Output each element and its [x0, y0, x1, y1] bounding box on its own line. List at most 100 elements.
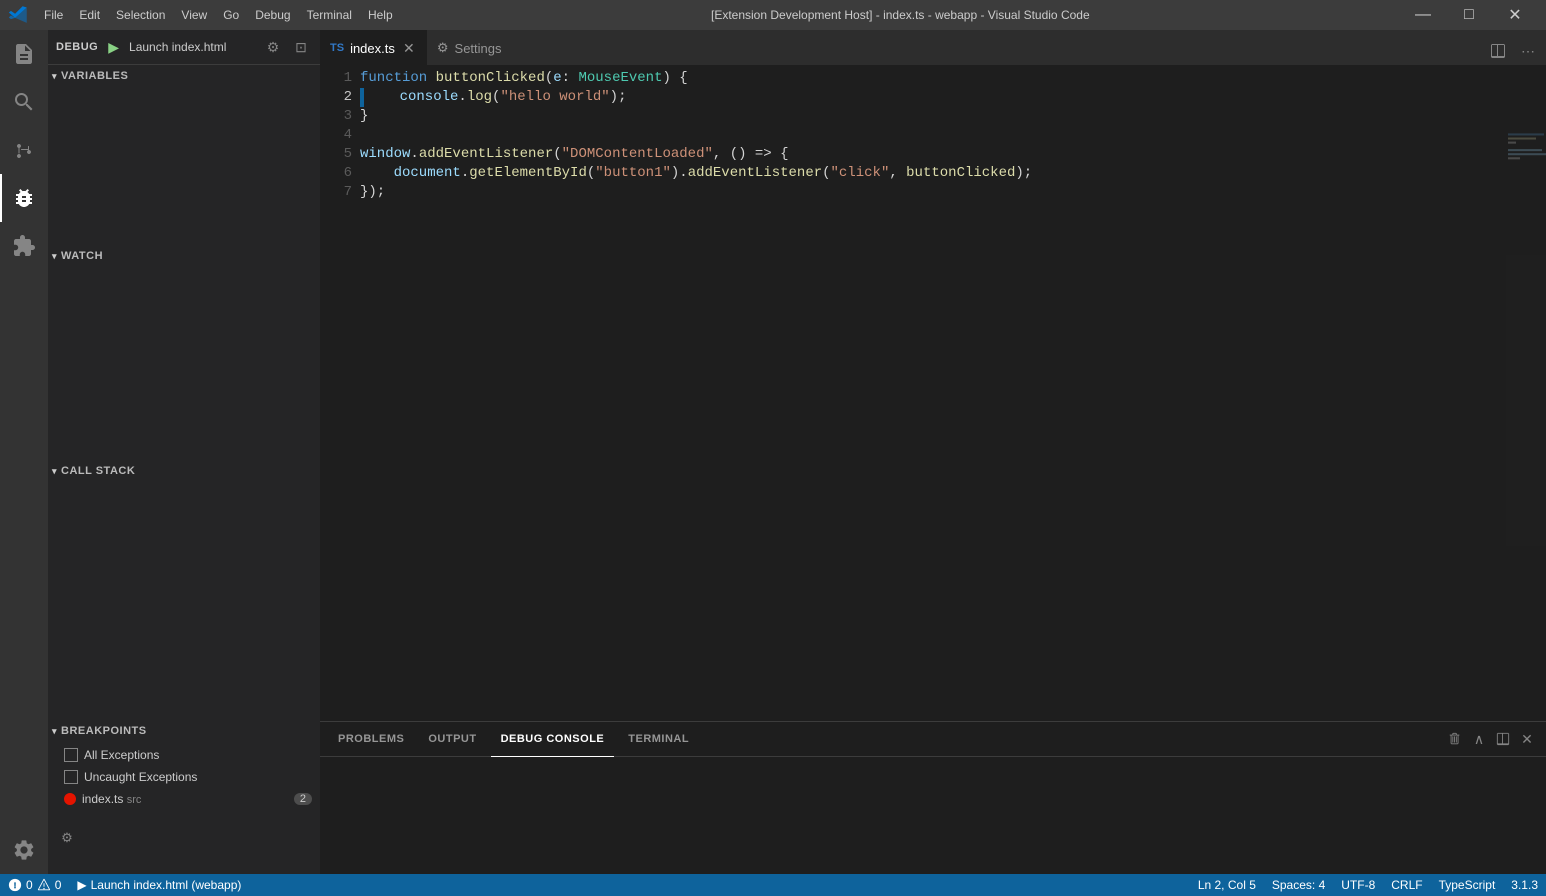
- token: "DOMContentLoaded": [562, 145, 713, 164]
- status-run[interactable]: ▶ Launch index.html (webapp): [69, 874, 249, 896]
- breakpoints-content: All Exceptions Uncaught Exceptions index…: [48, 742, 320, 812]
- sidebar: DEBUG ▶ Launch index.html ⚙ ⊡ ▾ VARIABLE…: [48, 30, 320, 874]
- menu-help[interactable]: Help: [360, 0, 401, 30]
- debug-run-button[interactable]: ▶: [104, 37, 123, 58]
- activity-search[interactable]: [0, 78, 48, 126]
- menu-go[interactable]: Go: [215, 0, 247, 30]
- index-ts-count: 2: [294, 793, 312, 805]
- breakpoint-uncaught-exceptions[interactable]: Uncaught Exceptions: [48, 766, 320, 788]
- uncaught-exceptions-checkbox[interactable]: [64, 770, 78, 784]
- panel-split-button[interactable]: [1492, 728, 1514, 750]
- panel-actions: ∧ ✕: [1444, 728, 1538, 750]
- token: .: [410, 145, 418, 164]
- settings-gear-icon: [12, 838, 36, 862]
- callstack-section: ▾ CALL STACK: [48, 460, 320, 720]
- token: ,: [889, 164, 906, 183]
- token: getElementById: [469, 164, 587, 183]
- token: (: [822, 164, 830, 183]
- token: (: [545, 69, 553, 88]
- more-actions-button[interactable]: ⋯: [1514, 37, 1542, 65]
- token: function: [360, 69, 436, 88]
- variables-title[interactable]: ▾ VARIABLES: [48, 65, 320, 87]
- status-spaces[interactable]: Spaces: 4: [1264, 874, 1333, 896]
- token: "hello world": [500, 88, 609, 107]
- breakpoint-all-exceptions[interactable]: All Exceptions: [48, 744, 320, 766]
- code-line-4: [360, 126, 1546, 145]
- code-line-6: document.getElementById("button1").addEv…: [360, 164, 1546, 183]
- breakpoints-gear-button[interactable]: ⚙: [56, 827, 78, 849]
- panel-scroll-up-button[interactable]: ∧: [1468, 728, 1490, 750]
- minimize-button[interactable]: —: [1400, 0, 1446, 30]
- token: });: [360, 183, 385, 202]
- token: }: [360, 107, 368, 126]
- panel-tab-debug-console[interactable]: DEBUG CONSOLE: [491, 722, 615, 757]
- index-ts-checkbox[interactable]: [64, 793, 76, 805]
- token: buttonClicked: [906, 164, 1015, 183]
- status-bar: 0 0 ▶ Launch index.html (webapp) Ln 2, C…: [0, 874, 1546, 896]
- menu-view[interactable]: View: [173, 0, 215, 30]
- token: buttonClicked: [436, 69, 545, 88]
- breakpoints-chevron: ▾: [52, 726, 57, 737]
- split-editor-button[interactable]: [1484, 37, 1512, 65]
- tab-settings[interactable]: ⚙ Settings: [427, 30, 512, 65]
- callstack-title[interactable]: ▾ CALL STACK: [48, 460, 320, 482]
- watch-label: WATCH: [61, 250, 103, 262]
- token: "button1": [595, 164, 671, 183]
- maximize-button[interactable]: □: [1446, 0, 1492, 30]
- activity-source-control[interactable]: [0, 126, 48, 174]
- debug-split-button[interactable]: ⊡: [290, 36, 312, 58]
- token: MouseEvent: [578, 69, 662, 88]
- clear-all-icon: [1448, 732, 1462, 746]
- line-num-1: 1: [320, 69, 352, 88]
- panel-tab-problems[interactable]: PROBLEMS: [328, 722, 414, 757]
- index-ts-label: index.ts src: [82, 792, 288, 806]
- line-num-5: 5: [320, 145, 352, 164]
- panel-content: [320, 757, 1546, 874]
- debug-gear-button[interactable]: ⚙: [262, 36, 284, 58]
- status-line-ending[interactable]: CRLF: [1383, 874, 1430, 896]
- line-num-6: 6: [320, 164, 352, 183]
- menu-edit[interactable]: Edit: [71, 0, 108, 30]
- tab-index-ts-close[interactable]: ✕: [401, 40, 417, 56]
- token: log: [467, 88, 492, 107]
- watch-title[interactable]: ▾ WATCH: [48, 245, 320, 267]
- all-exceptions-checkbox[interactable]: [64, 748, 78, 762]
- breakpoints-section: ▾ BREAKPOINTS All Exceptions Uncaught Ex…: [48, 720, 320, 874]
- status-position[interactable]: Ln 2, Col 5: [1190, 874, 1264, 896]
- callstack-chevron: ▾: [52, 466, 57, 477]
- token: addEventListener: [688, 164, 822, 183]
- close-button[interactable]: ✕: [1492, 0, 1538, 30]
- status-version: 3.1.3: [1503, 874, 1546, 896]
- menu-file[interactable]: File: [36, 0, 71, 30]
- variables-chevron: ▾: [52, 71, 57, 82]
- code-area[interactable]: function buttonClicked(e: MouseEvent) { …: [360, 65, 1546, 721]
- code-line-3: }: [360, 107, 1546, 126]
- panel-clear-button[interactable]: [1444, 728, 1466, 750]
- search-icon: [12, 90, 36, 114]
- activity-explorer[interactable]: [0, 30, 48, 78]
- code-line-7: });: [360, 183, 1546, 202]
- activity-debug[interactable]: [0, 174, 48, 222]
- error-count: 0: [26, 878, 33, 892]
- breakpoint-index-ts[interactable]: index.ts src 2: [48, 788, 320, 810]
- tab-index-ts[interactable]: TS index.ts ✕: [320, 30, 427, 65]
- token: e: [553, 69, 561, 88]
- menu-debug[interactable]: Debug: [247, 0, 298, 30]
- status-errors[interactable]: 0 0: [0, 874, 69, 896]
- status-language[interactable]: TypeScript: [1431, 874, 1504, 896]
- status-encoding[interactable]: UTF-8: [1333, 874, 1383, 896]
- breakpoints-title[interactable]: ▾ BREAKPOINTS: [48, 720, 320, 742]
- panel-tab-terminal[interactable]: TERMINAL: [618, 722, 699, 757]
- menu-selection[interactable]: Selection: [108, 0, 173, 30]
- menu-terminal[interactable]: Terminal: [299, 0, 360, 30]
- token: (: [553, 145, 561, 164]
- line-numbers: 1 2 3 4 5 6 7: [320, 65, 360, 721]
- panel-tab-output[interactable]: OUTPUT: [418, 722, 486, 757]
- debug-label: DEBUG: [56, 41, 98, 53]
- token: ) {: [662, 69, 687, 88]
- activity-extensions[interactable]: [0, 222, 48, 270]
- activity-settings[interactable]: [0, 826, 48, 874]
- variables-content: [48, 87, 320, 91]
- status-left: 0 0 ▶ Launch index.html (webapp): [0, 874, 249, 896]
- panel-close-button[interactable]: ✕: [1516, 728, 1538, 750]
